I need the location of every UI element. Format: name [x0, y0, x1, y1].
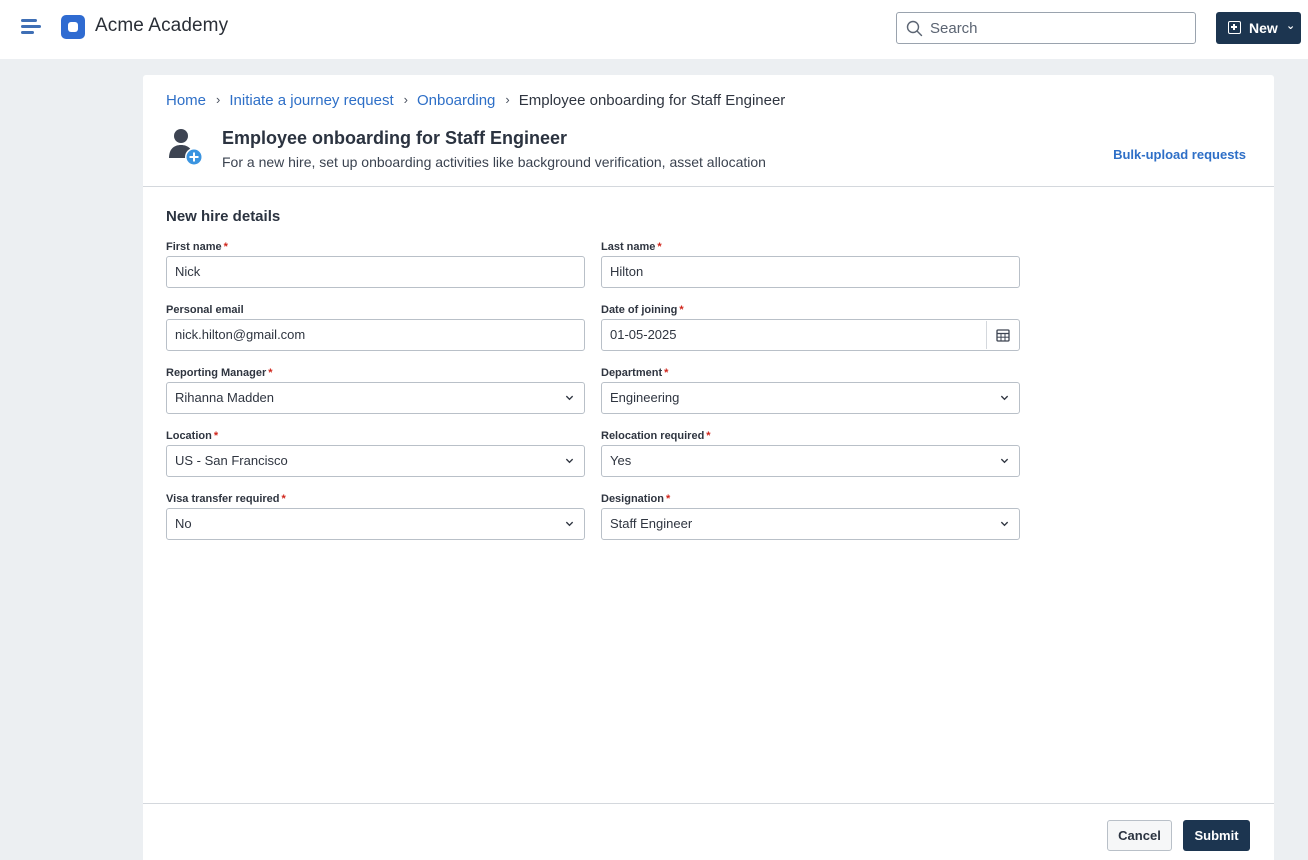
chevron-down-icon [565, 395, 574, 401]
chevron-down-icon [1000, 521, 1009, 527]
department-select[interactable]: Engineering [601, 382, 1020, 414]
app-title: Acme Academy [95, 15, 229, 36]
required-marker: * [223, 241, 228, 253]
chevron-down-icon [565, 458, 574, 464]
location-value: US - San Francisco [175, 453, 288, 468]
personal-email-field: Personal email [166, 304, 585, 351]
last-name-label: Last name * [601, 241, 662, 253]
submit-button[interactable]: Submit [1183, 820, 1250, 851]
relocation-required-field: Relocation required * Yes [601, 430, 1020, 477]
breadcrumb-initiate-journey-request[interactable]: Initiate a journey request [229, 92, 393, 109]
location-label: Location * [166, 430, 219, 442]
department-value: Engineering [610, 390, 680, 405]
chevron-down-icon: ⌄ [1286, 20, 1296, 32]
location-field: Location * US - San Francisco [166, 430, 585, 477]
section-title: New hire details [166, 208, 281, 225]
required-marker: * [679, 304, 684, 316]
chevron-right-icon: › [505, 92, 510, 107]
visa-transfer-required-value: No [175, 516, 192, 531]
top-bar: Acme Academy New ⌄ [0, 0, 1308, 59]
reporting-manager-label: Reporting Manager * [166, 367, 273, 379]
reporting-manager-select[interactable]: Rihanna Madden [166, 382, 585, 414]
search-input[interactable] [930, 13, 1185, 43]
breadcrumb: Home › Initiate a journey request › Onboardi… [166, 92, 785, 109]
last-name-control [601, 256, 1020, 288]
first-name-control [166, 256, 585, 288]
visa-transfer-required-select[interactable]: No [166, 508, 585, 540]
add-icon [1228, 21, 1241, 34]
add-user-icon [168, 127, 206, 167]
search-box[interactable] [896, 12, 1196, 44]
relocation-required-select[interactable]: Yes [601, 445, 1020, 477]
designation-value: Staff Engineer [610, 516, 693, 531]
required-marker: * [213, 430, 219, 442]
breadcrumb-onboarding[interactable]: Onboarding [417, 92, 495, 109]
relocation-required-label: Relocation required * [601, 430, 711, 442]
app-logo-icon [61, 15, 85, 39]
date-of-joining-control [601, 319, 1020, 351]
personal-email-control [166, 319, 585, 351]
relocation-required-value: Yes [610, 453, 632, 468]
bulk-upload-requests-link[interactable]: Bulk-upload requests [1113, 147, 1246, 162]
first-name-field: First name * [166, 241, 585, 288]
search-icon [906, 20, 923, 37]
required-marker: * [664, 367, 669, 379]
required-marker: * [657, 241, 662, 253]
designation-field: Designation * Staff Engineer [601, 493, 1020, 540]
date-of-joining-input[interactable] [610, 320, 970, 350]
location-select[interactable]: US - San Francisco [166, 445, 585, 477]
main-card: Home › Initiate a journey request › Onboardi… [143, 75, 1274, 860]
breadcrumb-current: Employee onboarding for Staff Engineer [518, 92, 786, 109]
visa-transfer-required-field: Visa transfer required * No [166, 493, 585, 540]
page-subtitle: For a new hire, set up onboarding activi… [222, 154, 766, 170]
header-divider [143, 186, 1274, 187]
footer-divider [143, 803, 1274, 804]
first-name-input[interactable] [175, 257, 535, 287]
chevron-down-icon [565, 521, 574, 527]
chevron-right-icon: › [403, 92, 408, 107]
chevron-right-icon: › [216, 92, 221, 107]
date-of-joining-field: Date of joining * [601, 304, 1020, 351]
cancel-button[interactable]: Cancel [1107, 820, 1172, 851]
breadcrumb-home[interactable]: Home [166, 92, 206, 109]
required-marker: * [665, 493, 671, 505]
new-button[interactable]: New ⌄ [1216, 12, 1301, 44]
menu-icon[interactable] [21, 18, 41, 36]
reporting-manager-value: Rihanna Madden [175, 390, 275, 405]
new-button-label: New [1249, 20, 1278, 36]
designation-label: Designation * [601, 493, 671, 505]
chevron-down-icon [1000, 458, 1009, 464]
last-name-input[interactable] [610, 257, 970, 287]
required-marker: * [281, 493, 286, 505]
department-label: Department * [601, 367, 669, 379]
required-marker: * [268, 367, 273, 379]
required-marker: * [706, 430, 711, 442]
first-name-label: First name * [166, 241, 228, 253]
calendar-icon[interactable] [986, 321, 1018, 349]
personal-email-input[interactable] [175, 320, 535, 350]
visa-transfer-required-label: Visa transfer required * [166, 493, 286, 505]
reporting-manager-field: Reporting Manager * Rihanna Madden [166, 367, 585, 414]
last-name-field: Last name * [601, 241, 1020, 288]
chevron-down-icon [1000, 395, 1009, 401]
designation-select[interactable]: Staff Engineer [601, 508, 1020, 540]
page-title: Employee onboarding for Staff Engineer [222, 128, 568, 148]
department-field: Department * Engineering [601, 367, 1020, 414]
date-of-joining-label: Date of joining * [601, 304, 684, 316]
personal-email-label: Personal email [166, 304, 244, 316]
